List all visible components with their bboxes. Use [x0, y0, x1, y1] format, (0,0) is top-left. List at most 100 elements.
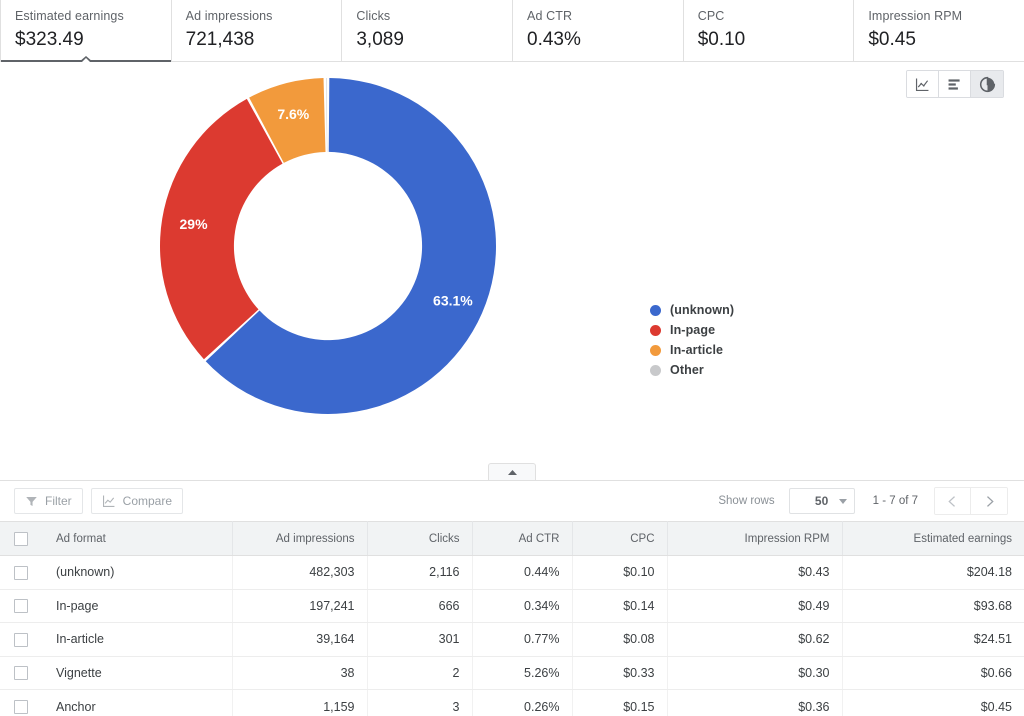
metric-card-ad-ctr[interactable]: Ad CTR 0.43%	[513, 0, 684, 61]
table-row[interactable]: Vignette 38 2 5.26% $0.33 $0.30 $0.66	[0, 656, 1024, 691]
cell-ad-format: Anchor	[42, 689, 233, 716]
metric-value: $0.10	[697, 29, 746, 50]
metric-card-estimated-earnings[interactable]: Estimated earnings $323.49	[0, 0, 172, 63]
column-header-impression-rpm[interactable]: Impression RPM	[667, 521, 843, 556]
metric-value: $323.49	[15, 29, 84, 50]
cell-ad-impressions: 197,241	[232, 589, 368, 624]
cell-impression-rpm: $0.36	[667, 689, 843, 716]
chart-area: 63.1% 29% 7.6% (unknown) In-page In-article O…	[0, 62, 1024, 462]
chart-type-line-button[interactable]	[907, 71, 939, 97]
table-row[interactable]: In-article 39,164 301 0.77% $0.08 $0.62 $24.51	[0, 622, 1024, 657]
column-header-clicks[interactable]: Clicks	[367, 521, 473, 556]
metric-value: 721,438	[185, 29, 255, 50]
filter-button-label: Filter	[45, 494, 72, 508]
bar-chart-icon	[948, 78, 960, 90]
cell-ad-format: (unknown)	[42, 555, 233, 590]
pagination-controls[interactable]	[934, 487, 1008, 515]
table-row[interactable]: In-page 197,241 666 0.34% $0.14 $0.49 $93.68	[0, 589, 1024, 624]
metric-cards-strip: Estimated earnings $323.49 Ad impressions 7…	[0, 0, 1024, 63]
legend-color-swatch	[650, 344, 661, 356]
show-rows-label: Show rows	[718, 495, 775, 507]
cell-clicks: 3	[367, 689, 473, 716]
legend-item-other[interactable]: Other	[650, 360, 734, 380]
cell-impression-rpm: $0.43	[667, 555, 843, 590]
donut-label-in-page: 29%	[180, 216, 209, 232]
legend-item-in-page[interactable]: In-page	[650, 320, 734, 340]
rows-per-page-select[interactable]: 50	[788, 488, 855, 514]
table-body: (unknown) 482,303 2,116 0.44% $0.10 $0.43 $204…	[0, 555, 1024, 716]
donut-slices	[159, 78, 497, 414]
cell-ad-impressions: 38	[232, 656, 368, 691]
chart-type-toggle-group[interactable]	[906, 70, 1004, 98]
donut-chart[interactable]: 63.1% 29% 7.6%	[152, 70, 504, 422]
previous-page-button[interactable]	[935, 488, 971, 514]
metric-card-cpc[interactable]: CPC $0.10	[683, 0, 855, 61]
cell-clicks: 666	[367, 589, 473, 624]
table-header-row: Ad format Ad impressions Clicks Ad CTR C…	[0, 521, 1024, 556]
report-table-block: Filter Compare Show rows 50 1 - 7 of 7 A…	[0, 480, 1024, 716]
row-checkbox[interactable]	[14, 599, 28, 614]
rows-per-page-value: 50	[814, 494, 829, 508]
cell-clicks: 301	[367, 622, 473, 657]
cell-ad-format: In-page	[42, 589, 233, 624]
column-header-ad-ctr[interactable]: Ad CTR	[472, 521, 573, 556]
donut-slice-other[interactable]	[326, 78, 328, 152]
funnel-icon	[25, 495, 38, 508]
next-page-button[interactable]	[971, 488, 1007, 514]
line-chart-icon	[102, 494, 116, 508]
cell-ad-impressions: 1,159	[232, 689, 368, 716]
row-select-cell	[0, 656, 42, 691]
cell-estimated-earnings: $0.66	[842, 656, 1024, 691]
column-header-estimated-earnings[interactable]: Estimated earnings	[842, 521, 1024, 556]
legend-item--unknown-[interactable]: (unknown)	[650, 300, 734, 320]
chart-type-pie-button[interactable]	[971, 71, 1003, 97]
donut-label--unknown-: 63.1%	[433, 293, 473, 309]
chevron-down-icon	[838, 498, 847, 504]
metric-card-ad-impressions[interactable]: Ad impressions 721,438	[171, 0, 343, 61]
collapse-chart-button[interactable]	[488, 463, 536, 480]
cell-ad-ctr: 0.44%	[472, 555, 573, 590]
cell-ad-ctr: 0.26%	[472, 689, 573, 716]
chart-type-bar-button[interactable]	[939, 71, 971, 97]
cell-cpc: $0.08	[572, 622, 668, 657]
cell-cpc: $0.10	[572, 555, 668, 590]
filter-button[interactable]: Filter	[14, 488, 83, 514]
compare-button[interactable]: Compare	[90, 488, 184, 514]
column-header-ad-impressions[interactable]: Ad impressions	[232, 521, 368, 556]
row-select-cell	[0, 589, 42, 624]
metric-value: 0.43%	[527, 29, 581, 50]
cell-impression-rpm: $0.30	[667, 656, 843, 691]
metric-label: CPC	[697, 9, 725, 23]
row-checkbox[interactable]	[14, 632, 28, 647]
cell-ad-ctr: 0.34%	[472, 589, 573, 624]
metric-label: Estimated earnings	[15, 9, 124, 23]
cell-estimated-earnings: $93.68	[842, 589, 1024, 624]
column-header-ad-format[interactable]: Ad format	[42, 521, 233, 556]
legend-item-in-article[interactable]: In-article	[650, 340, 734, 360]
metric-card-clicks[interactable]: Clicks 3,089	[342, 0, 514, 61]
report-table: Ad format Ad impressions Clicks Ad CTR C…	[0, 521, 1024, 716]
metric-label: Ad CTR	[527, 9, 573, 23]
legend-item-label: (unknown)	[670, 303, 735, 317]
table-toolbar: Filter Compare Show rows 50 1 - 7 of 7	[0, 481, 1024, 521]
metric-label: Ad impressions	[185, 9, 273, 23]
metric-label: Impression RPM	[868, 9, 963, 23]
column-header-cpc[interactable]: CPC	[572, 521, 668, 556]
legend-color-swatch	[650, 304, 661, 316]
caret-up-icon	[507, 469, 517, 475]
pie-chart-icon	[979, 76, 995, 92]
active-metric-caret	[78, 56, 93, 63]
cell-ad-ctr: 0.77%	[472, 622, 573, 657]
legend-color-swatch	[650, 364, 661, 376]
row-checkbox[interactable]	[14, 700, 28, 715]
table-row[interactable]: (unknown) 482,303 2,116 0.44% $0.10 $0.43 $204…	[0, 555, 1024, 590]
cell-impression-rpm: $0.62	[667, 622, 843, 657]
select-all-header-cell	[0, 521, 42, 556]
select-all-checkbox[interactable]	[14, 531, 28, 546]
row-checkbox[interactable]	[14, 666, 28, 681]
metric-card-impression-rpm[interactable]: Impression RPM $0.45	[854, 0, 1024, 61]
cell-estimated-earnings: $24.51	[842, 622, 1024, 657]
table-row[interactable]: Anchor 1,159 3 0.26% $0.15 $0.36 $0.45	[0, 689, 1024, 716]
donut-chart-svg: 63.1% 29% 7.6%	[159, 78, 497, 414]
row-checkbox[interactable]	[14, 565, 28, 580]
